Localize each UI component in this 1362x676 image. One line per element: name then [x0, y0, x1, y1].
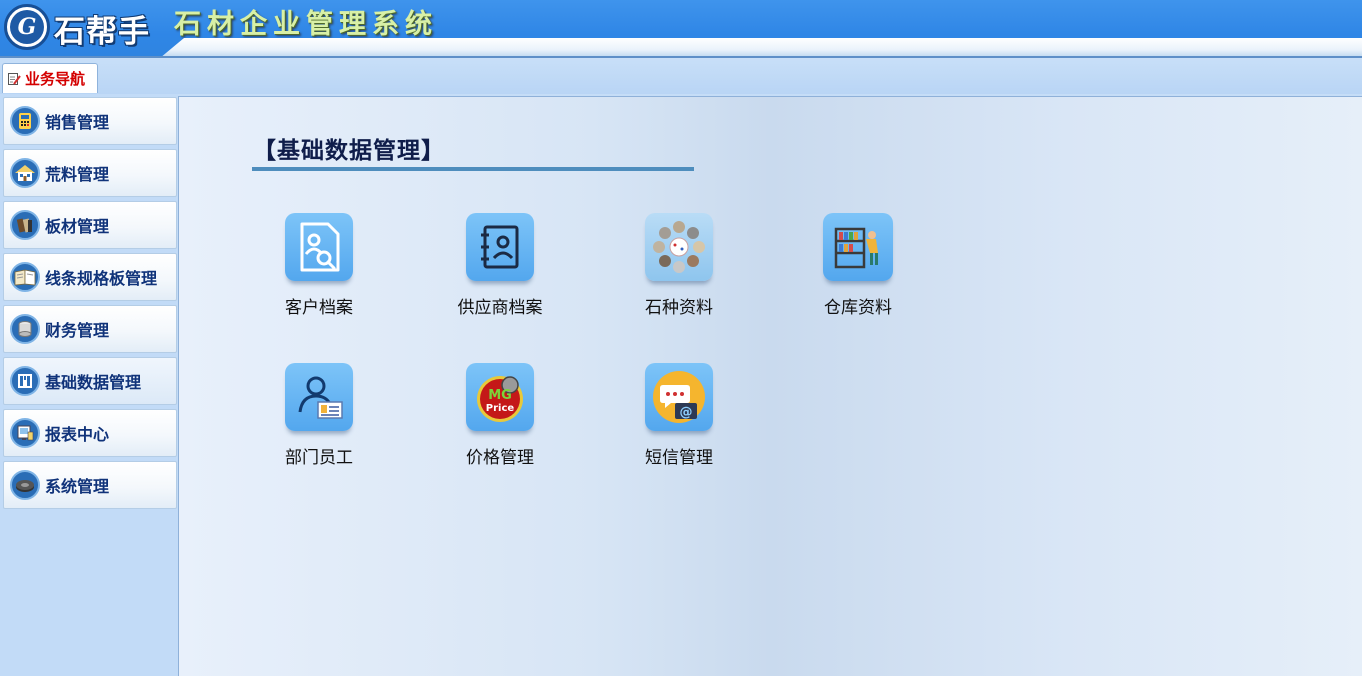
section-title: 【基础数据管理】: [253, 137, 445, 164]
stone-slab-icon: [10, 210, 40, 240]
tile-customer-file[interactable]: 客户档案: [254, 213, 384, 323]
price-tag-icon: MG Price: [466, 363, 534, 431]
svg-text:MG: MG: [488, 388, 512, 403]
header-band: [160, 38, 1362, 58]
tile-sms-management[interactable]: @ 短信管理: [614, 363, 744, 473]
sidebar-item-basic-data[interactable]: 基础数据管理: [3, 357, 177, 405]
tile-label: 石种资料: [645, 298, 713, 318]
tab-bar: 业务导航: [0, 58, 1362, 94]
tile-label: 价格管理: [466, 448, 534, 468]
sidebar-item-slab[interactable]: 板材管理: [3, 201, 177, 249]
sidebar-item-label: 报表中心: [45, 425, 110, 444]
tile-department-staff[interactable]: 部门员工: [254, 363, 384, 473]
sidebar-item-system[interactable]: 系统管理: [3, 461, 177, 509]
sidebar-item-report-center[interactable]: 报表中心: [3, 409, 177, 457]
warehouse-shelf-icon: [823, 213, 893, 281]
svg-text:Price: Price: [486, 403, 515, 414]
tab-business-nav[interactable]: 业务导航: [2, 63, 98, 93]
app-header: G 石帮手 石材企业管理系统: [0, 0, 1362, 58]
sidebar-item-raw-block[interactable]: 荒料管理: [3, 149, 177, 197]
tile-stone-type[interactable]: 石种资料: [614, 213, 744, 323]
supplier-contact-book-icon: [466, 213, 534, 281]
tile-warehouse[interactable]: 仓库资料: [793, 213, 923, 323]
house-icon: [10, 158, 40, 188]
sidebar: 销售管理 荒料管理 板材管理 线条规格板管理 财务管理 基础数据管理 报表中心 …: [0, 94, 178, 676]
system-title: 石材企业管理系统: [174, 9, 438, 40]
tile-label: 短信管理: [645, 448, 713, 468]
sidebar-item-label: 财务管理: [45, 321, 110, 340]
tile-supplier-file[interactable]: 供应商档案: [435, 213, 565, 323]
sidebar-item-finance[interactable]: 财务管理: [3, 305, 177, 353]
building-icon: [10, 366, 40, 396]
coin-roll-icon: [10, 314, 40, 344]
sidebar-item-label: 线条规格板管理: [45, 269, 158, 288]
tile-label: 部门员工: [285, 448, 353, 468]
customer-file-icon: [285, 213, 353, 281]
section-title-underline: [252, 167, 694, 171]
message-bubble-icon: @: [645, 363, 713, 431]
tab-business-nav-label: 业务导航: [25, 70, 86, 88]
sidebar-item-line-spec[interactable]: 线条规格板管理: [3, 253, 177, 301]
main-panel: 【基础数据管理】 客户档案 供应商档案 石种资料 仓库资料 部门员工 MG Pr…: [178, 96, 1362, 676]
stone-samples-icon: [645, 213, 713, 281]
sidebar-item-label: 基础数据管理: [45, 373, 142, 392]
svg-text:@: @: [680, 405, 693, 420]
tile-label: 仓库资料: [824, 298, 892, 318]
sidebar-item-label: 板材管理: [45, 217, 110, 236]
notepad-pencil-icon: [8, 72, 21, 85]
app-logo: G: [4, 4, 50, 50]
sidebar-item-sales[interactable]: 销售管理: [3, 97, 177, 145]
sidebar-item-label: 销售管理: [45, 113, 110, 132]
report-monitor-icon: [10, 418, 40, 448]
tile-label: 供应商档案: [457, 298, 543, 318]
sidebar-item-label: 荒料管理: [45, 165, 110, 184]
open-book-icon: [10, 262, 40, 292]
tile-price-management[interactable]: MG Price 价格管理: [435, 363, 565, 473]
brand-name: 石帮手: [54, 14, 150, 50]
employee-badge-icon: [285, 363, 353, 431]
tile-label: 客户档案: [285, 298, 353, 318]
sidebar-item-label: 系统管理: [45, 477, 110, 496]
calculator-icon: [10, 106, 40, 136]
gear-icon: [10, 470, 40, 500]
